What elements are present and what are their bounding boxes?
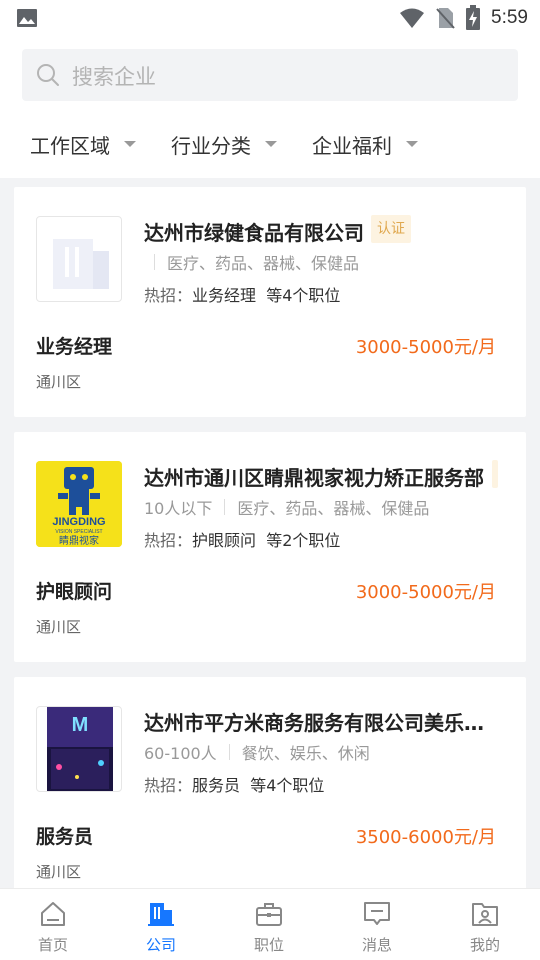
- svg-text:VISION SPECIALIST: VISION SPECIALIST: [55, 529, 102, 535]
- search-input[interactable]: 搜索企业: [22, 49, 518, 101]
- svg-text:M: M: [72, 714, 89, 736]
- hot-position: 护眼顾问: [192, 531, 257, 550]
- venue-photo-logo: M: [47, 707, 113, 791]
- status-bar: 5:59: [0, 0, 540, 36]
- filter-label: 工作区域: [30, 133, 110, 158]
- company-logo-placeholder: [36, 216, 122, 302]
- hot-position: 服务员: [192, 776, 241, 795]
- svg-text:JINGDING: JINGDING: [52, 516, 105, 528]
- divider: [154, 254, 155, 270]
- svg-text:睛鼎视家: 睛鼎视家: [59, 534, 99, 547]
- hot-jobs: 热招：业务经理 等4个职位: [144, 282, 340, 306]
- filter-label: 企业福利: [312, 133, 392, 158]
- tab-company[interactable]: 公司: [121, 889, 201, 960]
- company-card[interactable]: M 达州市平方米商务服务有限公司美乐… 60-100人 餐饮、娱乐、休闲 热招：…: [14, 677, 526, 888]
- search-icon: [37, 64, 59, 86]
- bottom-tab-bar: 首页 公司 职位 消息 我的: [0, 888, 540, 960]
- company-size: 60-100人: [144, 744, 217, 763]
- jingding-logo: JINGDING VISION SPECIALIST 睛鼎视家: [36, 461, 122, 547]
- tab-label: 消息: [361, 936, 392, 954]
- salary: 3000-5000元/月: [355, 337, 496, 358]
- company-meta: 10人以下 医疗、药品、器械、保健品: [144, 495, 429, 519]
- header: 搜索企业 工作区域 行业分类 企业福利: [0, 36, 540, 178]
- caret-down-icon: [265, 141, 277, 147]
- district: 通川区: [36, 863, 82, 881]
- tab-label: 首页: [37, 936, 68, 954]
- company-size: 10人以下: [144, 499, 213, 518]
- job-title[interactable]: 服务员: [36, 822, 93, 849]
- no-sim-icon: [436, 8, 455, 29]
- wifi-icon: [400, 8, 425, 28]
- filter-bar: 工作区域 行业分类 企业福利: [0, 124, 540, 164]
- company-industry: 餐饮、娱乐、休闲: [241, 744, 370, 763]
- tab-home[interactable]: 首页: [13, 889, 93, 960]
- hot-position: 业务经理: [192, 286, 257, 305]
- briefcase-icon: [256, 903, 282, 926]
- district: 通川区: [36, 373, 82, 391]
- filter-benefits[interactable]: 企业福利: [312, 124, 418, 164]
- message-icon: [364, 902, 390, 925]
- tab-label: 公司: [145, 936, 176, 954]
- company-industry: 医疗、药品、器械、保健品: [237, 499, 430, 518]
- company-name: 达州市平方米商务服务有限公司美乐…: [144, 711, 484, 735]
- company-list[interactable]: 达州市绿健食品有限公司 认证 医疗、药品、器械、保健品 热招：业务经理 等4个职…: [0, 178, 540, 888]
- job-title[interactable]: 护眼顾问: [36, 577, 112, 604]
- filter-label: 行业分类: [171, 133, 251, 158]
- company-card[interactable]: JINGDING VISION SPECIALIST 睛鼎视家 达州市通川区睛鼎…: [14, 432, 526, 662]
- company-meta: 医疗、药品、器械、保健品: [144, 250, 359, 274]
- district: 通川区: [36, 618, 82, 636]
- job-title[interactable]: 业务经理: [36, 332, 112, 359]
- hot-label: 热招：: [144, 776, 193, 795]
- company-icon: [148, 903, 174, 926]
- company-name: 达州市绿健食品有限公司: [144, 221, 364, 245]
- image-notification-icon: [17, 9, 37, 27]
- hot-jobs: 热招：护眼顾问 等2个职位: [144, 527, 340, 551]
- caret-down-icon: [406, 141, 418, 147]
- tab-label: 我的: [469, 936, 500, 954]
- salary: 3500-6000元/月: [355, 827, 496, 848]
- verified-badge: 认证: [371, 215, 411, 243]
- building-placeholder-icon: [53, 239, 109, 289]
- tab-label: 职位: [253, 936, 284, 954]
- salary: 3000-5000元/月: [355, 582, 496, 603]
- filter-industry[interactable]: 行业分类: [171, 124, 277, 164]
- hot-label: 热招：: [144, 531, 193, 550]
- hot-label: 热招：: [144, 286, 193, 305]
- search-placeholder: 搜索企业: [72, 65, 156, 89]
- divider: [228, 744, 230, 760]
- company-name: 达州市通川区睛鼎视家视力矫正服务部: [144, 466, 484, 490]
- company-logo: M: [36, 706, 122, 792]
- tab-messages[interactable]: 消息: [337, 889, 417, 960]
- verified-badge: [492, 460, 498, 488]
- tab-profile[interactable]: 我的: [445, 889, 525, 960]
- clock: 5:59: [491, 7, 528, 28]
- caret-down-icon: [124, 141, 136, 147]
- divider: [224, 499, 226, 515]
- hot-jobs: 热招：服务员 等4个职位: [144, 772, 324, 796]
- home-icon: [41, 902, 65, 926]
- hot-more: 等4个职位: [250, 776, 325, 795]
- hot-more: 等2个职位: [266, 531, 341, 550]
- company-meta: 60-100人 餐饮、娱乐、休闲: [144, 740, 370, 764]
- hot-more: 等4个职位: [266, 286, 341, 305]
- company-industry: 医疗、药品、器械、保健品: [167, 254, 360, 273]
- battery-charging-icon: [466, 5, 481, 30]
- company-card[interactable]: 达州市绿健食品有限公司 认证 医疗、药品、器械、保健品 热招：业务经理 等4个职…: [14, 187, 526, 417]
- profile-icon: [472, 903, 498, 926]
- tab-jobs[interactable]: 职位: [229, 889, 309, 960]
- filter-work-area[interactable]: 工作区域: [30, 124, 136, 164]
- company-logo: JINGDING VISION SPECIALIST 睛鼎视家: [36, 461, 122, 547]
